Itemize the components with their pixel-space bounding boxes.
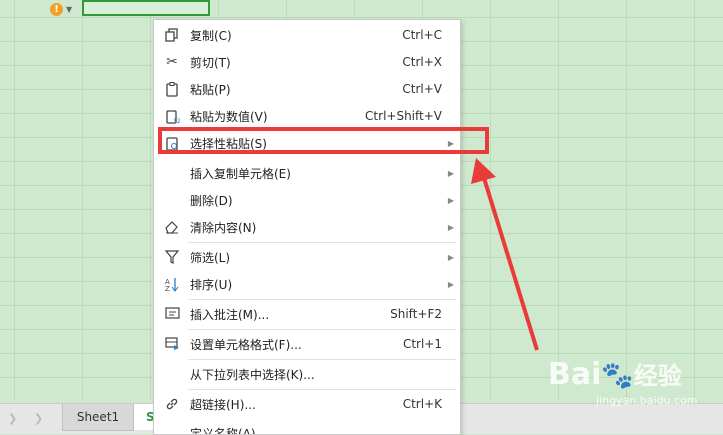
paw-icon: 🐾 bbox=[601, 361, 633, 391]
watermark-url: jingyan.baidu.com bbox=[596, 394, 698, 407]
watermark-brand: Bai🐾经验 bbox=[548, 356, 682, 392]
baidu-watermark: Bai🐾经验 jingyan.baidu.com bbox=[548, 350, 723, 412]
